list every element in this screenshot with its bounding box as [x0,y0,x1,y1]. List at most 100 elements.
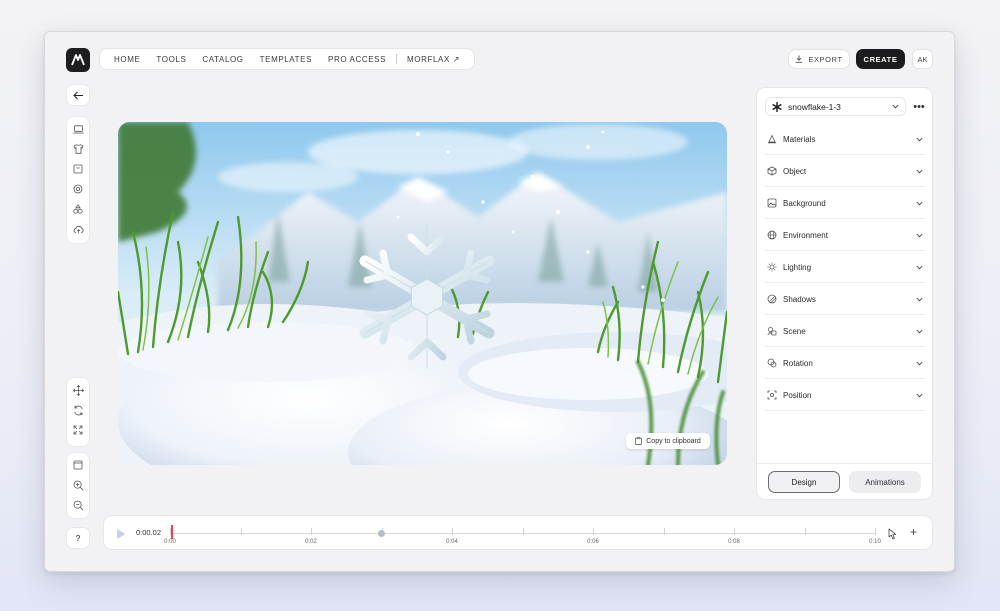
timeline-tick [452,528,453,535]
nav-home[interactable]: HOME [106,55,148,64]
keyframe-marker[interactable] [378,530,385,537]
snowflake-icon [772,101,782,112]
globe-icon [767,230,777,240]
timeline-tick-label: 0:00 [164,539,176,545]
section-rotation[interactable]: Rotation [765,348,925,379]
section-shadows[interactable]: Shadows [765,284,925,315]
chevron-down-icon [916,201,923,205]
timeline-ticks: 0:00 0:02 0:04 0:06 0:08 0:10 [164,528,881,548]
nav-templates[interactable]: TEMPLATES [252,55,320,64]
timeline-tick [663,528,665,535]
timeline-tick [804,528,806,535]
frame-icon[interactable] [68,455,88,475]
chevron-down-icon [916,265,923,269]
cloud-upload-icon[interactable] [68,219,88,239]
timeline-tick-label: 0:02 [305,539,317,545]
image-icon [767,198,777,208]
section-label: Object [783,166,807,176]
shadow-icon [767,294,777,304]
timeline-tick-label: 0:08 [728,539,740,545]
rotation-icon [767,358,777,368]
chevron-down-icon [916,361,923,365]
top-nav: HOME TOOLS CATALOG TEMPLATES PRO ACCESS … [99,48,476,70]
refresh-icon[interactable] [68,400,88,420]
zoom-in-icon[interactable] [68,475,88,495]
object-name: snowflake-1-3 [788,101,841,112]
chevron-down-icon [916,393,923,397]
nav-catalog[interactable]: CATALOG [194,55,251,64]
avatar[interactable]: AK [912,49,933,69]
nav-morflax-link[interactable]: MORFLAX ↗ [399,55,468,64]
zoom-out-icon[interactable] [68,495,88,515]
view-toolbar [66,452,90,519]
section-label: Background [783,198,826,208]
download-icon [796,55,803,63]
more-options-icon[interactable]: ••• [910,97,928,116]
clipboard-icon [635,437,643,445]
timeline-tick-label: 0:06 [587,539,599,545]
chevron-down-icon [916,233,923,237]
timeline: 0:00.02 0:00 0:02 0:04 0:06 0:08 0:10 + [103,515,933,550]
scene-render [118,122,727,465]
export-button[interactable]: EXPORT [788,49,850,69]
section-label: Lighting [783,262,812,272]
arrow-left-icon [72,91,83,99]
nav-pro-access[interactable]: PRO ACCESS [320,55,394,64]
scene-icon [767,327,777,336]
chevron-down-icon [916,329,923,333]
package-icon[interactable] [68,159,88,179]
back-button[interactable] [66,84,90,106]
create-button[interactable]: CREATE [856,49,905,69]
tab-animations[interactable]: Animations [849,471,921,493]
section-object[interactable]: Object [765,156,925,187]
properties-panel: snowflake-1-3 ••• Materials Object Backg… [756,87,934,500]
nav-divider [396,54,398,64]
section-lighting[interactable]: Lighting [765,252,925,283]
tshirt-icon[interactable] [68,139,88,159]
materials-icon [768,134,776,144]
timeline-tick [875,528,876,535]
current-time: 0:00.02 [136,528,162,537]
copy-to-clipboard-button[interactable]: Copy to clipboard [626,433,710,449]
pointer-icon[interactable] [887,527,898,545]
timeline-tick [311,528,312,535]
chevron-down-icon [916,169,923,173]
timeline-tick [240,528,242,535]
playhead[interactable] [171,525,173,539]
object-selector[interactable]: snowflake-1-3 [765,97,906,116]
copy-label: Copy to clipboard [646,437,701,445]
section-position[interactable]: Position [765,380,925,411]
scene-canvas[interactable]: Copy to clipboard [118,122,727,465]
section-label: Scene [783,326,806,336]
transform-toolbar [66,377,90,447]
chevron-down-icon [892,104,899,109]
chevron-down-icon [916,297,923,301]
section-label: Shadows [783,294,816,304]
shapes-icon[interactable] [68,199,88,219]
sun-icon [767,262,777,272]
timeline-tick [593,528,594,535]
morflax-logo[interactable] [66,48,90,72]
export-label: EXPORT [808,54,843,64]
section-materials[interactable]: Materials [765,124,925,155]
chevron-down-icon [916,137,923,141]
section-label: Environment [783,230,828,240]
section-label: Position [783,390,812,400]
move-icon[interactable] [68,380,88,400]
laptop-icon[interactable] [68,119,88,139]
app-window: HOME TOOLS CATALOG TEMPLATES PRO ACCESS … [44,31,955,572]
nav-tools[interactable]: TOOLS [148,55,194,64]
target-icon[interactable] [68,179,88,199]
cube-icon [767,166,777,176]
section-scene[interactable]: Scene [765,316,925,347]
section-environment[interactable]: Environment [765,220,925,251]
add-icon[interactable]: + [910,525,917,539]
asset-toolbar [66,116,90,244]
help-button[interactable]: ? [66,527,90,549]
position-icon [767,390,777,400]
play-icon[interactable] [116,527,126,545]
expand-icon[interactable] [68,420,88,440]
timeline-tick-label: 0:10 [869,539,881,545]
tab-design[interactable]: Design [768,471,840,493]
section-background[interactable]: Background [765,188,925,219]
